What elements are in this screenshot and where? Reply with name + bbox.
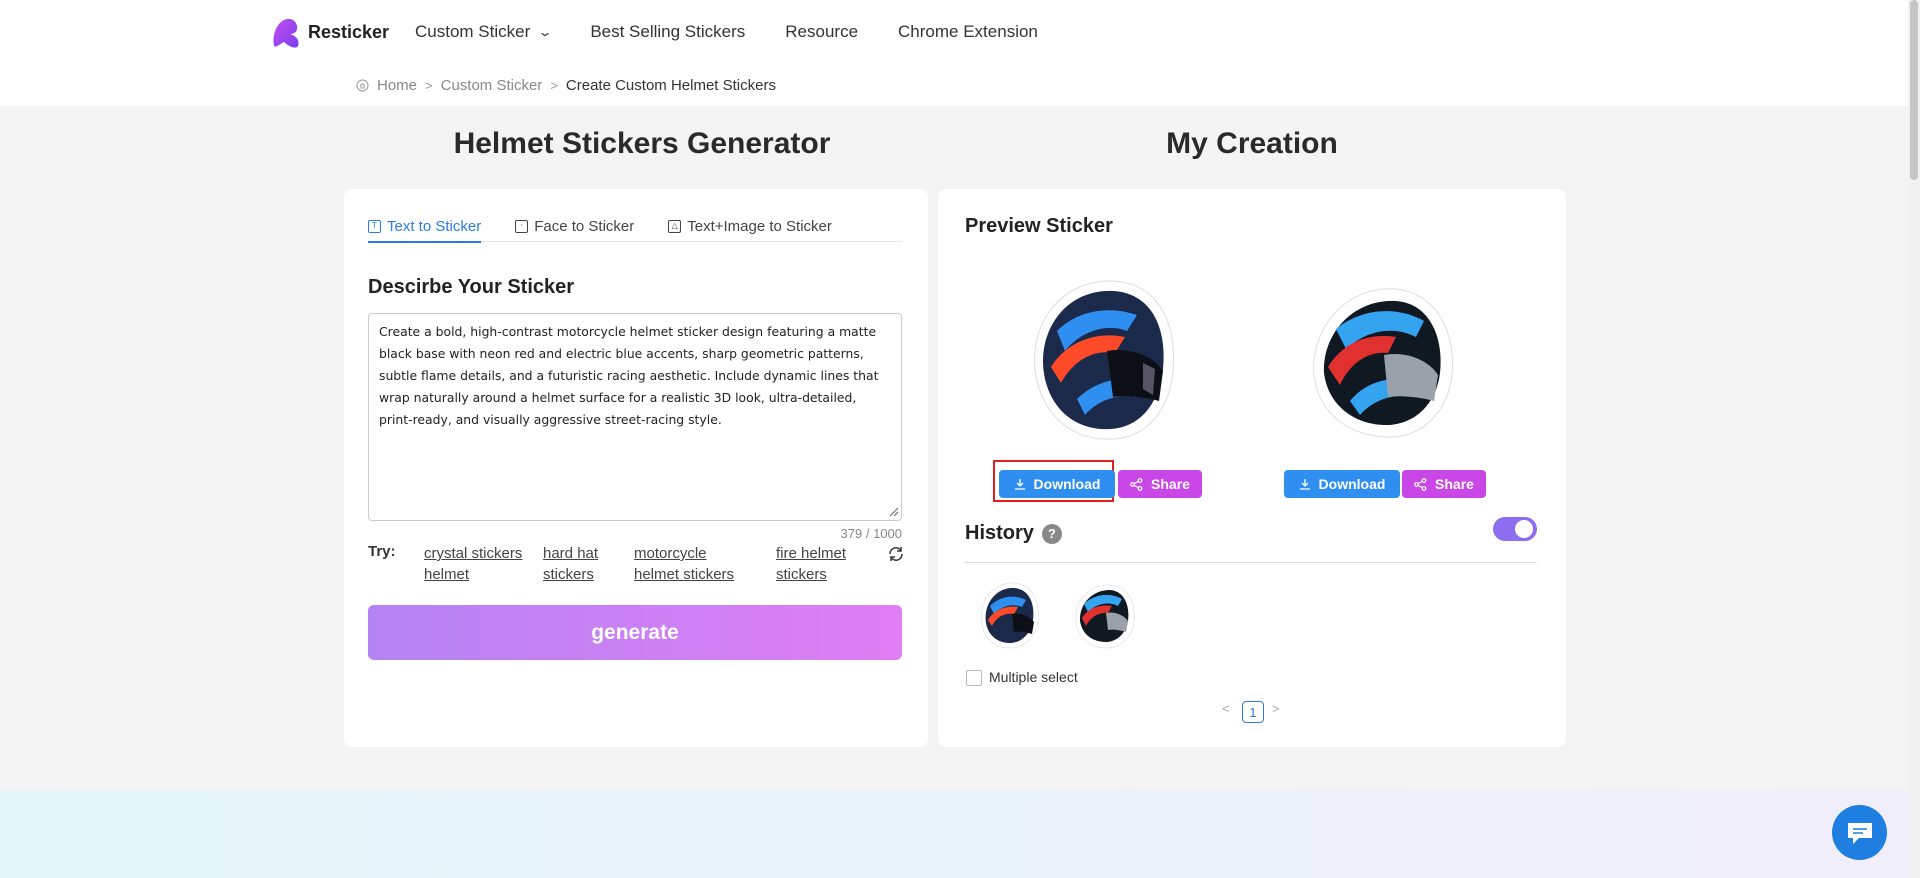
top-header: Resticker Custom Sticker ⌄ Best Selling … <box>0 0 1908 64</box>
history-toggle[interactable] <box>1493 517 1537 541</box>
character-counter: 379 / 1000 <box>840 526 902 541</box>
text-icon: T <box>368 219 381 233</box>
home-icon <box>356 79 369 92</box>
toggle-knob <box>1515 520 1533 538</box>
breadcrumb-home[interactable]: Home <box>377 77 417 94</box>
nav-label: Chrome Extension <box>898 22 1038 41</box>
suggestion-link[interactable]: hard hat stickers <box>543 543 621 585</box>
share-button[interactable]: Share <box>1118 470 1202 498</box>
history-thumbnail[interactable] <box>1070 578 1138 650</box>
suggestion-link[interactable]: motorcycle helmet stickers <box>634 543 746 585</box>
refresh-icon[interactable] <box>887 545 905 563</box>
creation-title: My Creation <box>1166 127 1338 160</box>
helmet-sticker-image[interactable] <box>1017 271 1181 443</box>
download-button[interactable]: Download <box>999 470 1115 498</box>
generate-button[interactable]: generate <box>368 605 902 660</box>
download-label: Download <box>1033 476 1101 492</box>
logo-icon <box>273 18 299 48</box>
share-label: Share <box>1435 476 1474 492</box>
pagination-next[interactable]: > <box>1272 701 1280 716</box>
tab-text-to-sticker[interactable]: T Text to Sticker <box>368 211 482 243</box>
breadcrumb-current: Create Custom Helmet Stickers <box>565 77 776 94</box>
image-icon: △ <box>668 219 682 233</box>
generator-tabs: T Text to Sticker ⋅ Face to Sticker △ Te… <box>368 211 902 243</box>
share-icon <box>1414 477 1427 491</box>
suggestion-link[interactable]: crystal stickers helmet <box>424 543 532 585</box>
nav-resource[interactable]: Resource <box>785 22 858 42</box>
nav-label: Resource <box>785 22 859 41</box>
share-button[interactable]: Share <box>1402 470 1486 498</box>
chat-icon <box>1847 822 1872 844</box>
scrollbar-thumb[interactable] <box>1910 0 1918 180</box>
download-label: Download <box>1318 476 1386 492</box>
download-button[interactable]: Download <box>1284 470 1400 498</box>
download-icon <box>1014 479 1025 490</box>
history-thumbnail[interactable] <box>974 578 1042 650</box>
generator-title: Helmet Stickers Generator <box>453 127 831 160</box>
help-icon[interactable]: ? <box>1041 523 1062 544</box>
resize-handle-icon[interactable] <box>889 507 899 517</box>
tab-face-to-sticker[interactable]: ⋅ Face to Sticker <box>515 211 634 241</box>
history-header: History ? <box>965 522 1062 545</box>
multiple-select-label: Multiple select <box>989 669 1078 685</box>
preview-title: Preview Sticker <box>965 215 1113 237</box>
nav-chrome-extension[interactable]: Chrome Extension <box>898 22 1038 42</box>
prompt-textarea[interactable]: Create a bold, high-contrast motorcycle … <box>368 313 902 521</box>
generator-card: T Text to Sticker ⋅ Face to Sticker △ Te… <box>344 189 928 747</box>
multiple-select-checkbox[interactable] <box>966 670 982 686</box>
logo[interactable]: Resticker <box>270 16 389 48</box>
breadcrumb-separator: > <box>425 78 433 93</box>
divider <box>965 562 1537 563</box>
history-title: History <box>965 522 1034 544</box>
breadcrumb: Home > Custom Sticker > Create Custom He… <box>356 77 776 94</box>
try-label: Try: <box>368 543 396 560</box>
logo-text: Resticker <box>308 21 390 42</box>
describe-title: Descirbe Your Sticker <box>368 276 575 298</box>
pagination-prev[interactable]: < <box>1222 701 1230 716</box>
breadcrumb-separator: > <box>550 78 558 93</box>
chat-button[interactable] <box>1832 805 1887 860</box>
nav-custom-sticker[interactable]: Custom Sticker ⌄ <box>415 22 553 42</box>
share-icon <box>1130 477 1143 491</box>
main-nav: Custom Sticker ⌄ Best Selling Stickers R… <box>415 22 1078 42</box>
breadcrumb-bar: Home > Custom Sticker > Create Custom He… <box>0 64 1908 106</box>
page-scrollbar[interactable] <box>1908 0 1920 878</box>
helmet-sticker-image[interactable] <box>1300 275 1460 443</box>
nav-label: Custom Sticker <box>415 22 531 41</box>
tab-label: Face to Sticker <box>534 217 635 235</box>
face-icon: ⋅ <box>515 219 529 233</box>
share-label: Share <box>1151 476 1190 492</box>
footer-band <box>0 790 1908 878</box>
tab-label: Text+Image to Sticker <box>687 217 832 235</box>
creation-card: Preview Sticker Download Share Download … <box>938 189 1566 747</box>
tab-label: Text to Sticker <box>387 217 482 235</box>
download-icon <box>1299 479 1310 490</box>
nav-label: Best Selling Stickers <box>590 22 746 41</box>
chevron-down-icon: ⌄ <box>537 25 553 39</box>
suggestion-link[interactable]: fire helmet stickers <box>776 543 864 585</box>
pagination-page[interactable]: 1 <box>1242 701 1264 723</box>
nav-best-selling-stickers[interactable]: Best Selling Stickers <box>590 22 745 42</box>
tab-text-image-to-sticker[interactable]: △ Text+Image to Sticker <box>668 211 832 241</box>
breadcrumb-custom-sticker[interactable]: Custom Sticker <box>441 77 543 94</box>
